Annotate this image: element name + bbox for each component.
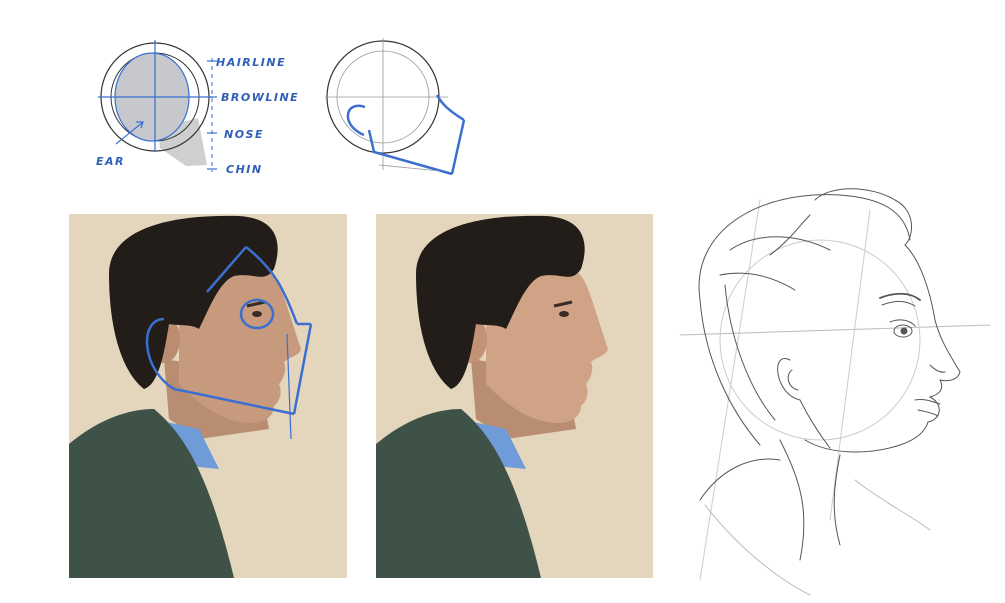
pencil-sketch [679, 188, 991, 596]
